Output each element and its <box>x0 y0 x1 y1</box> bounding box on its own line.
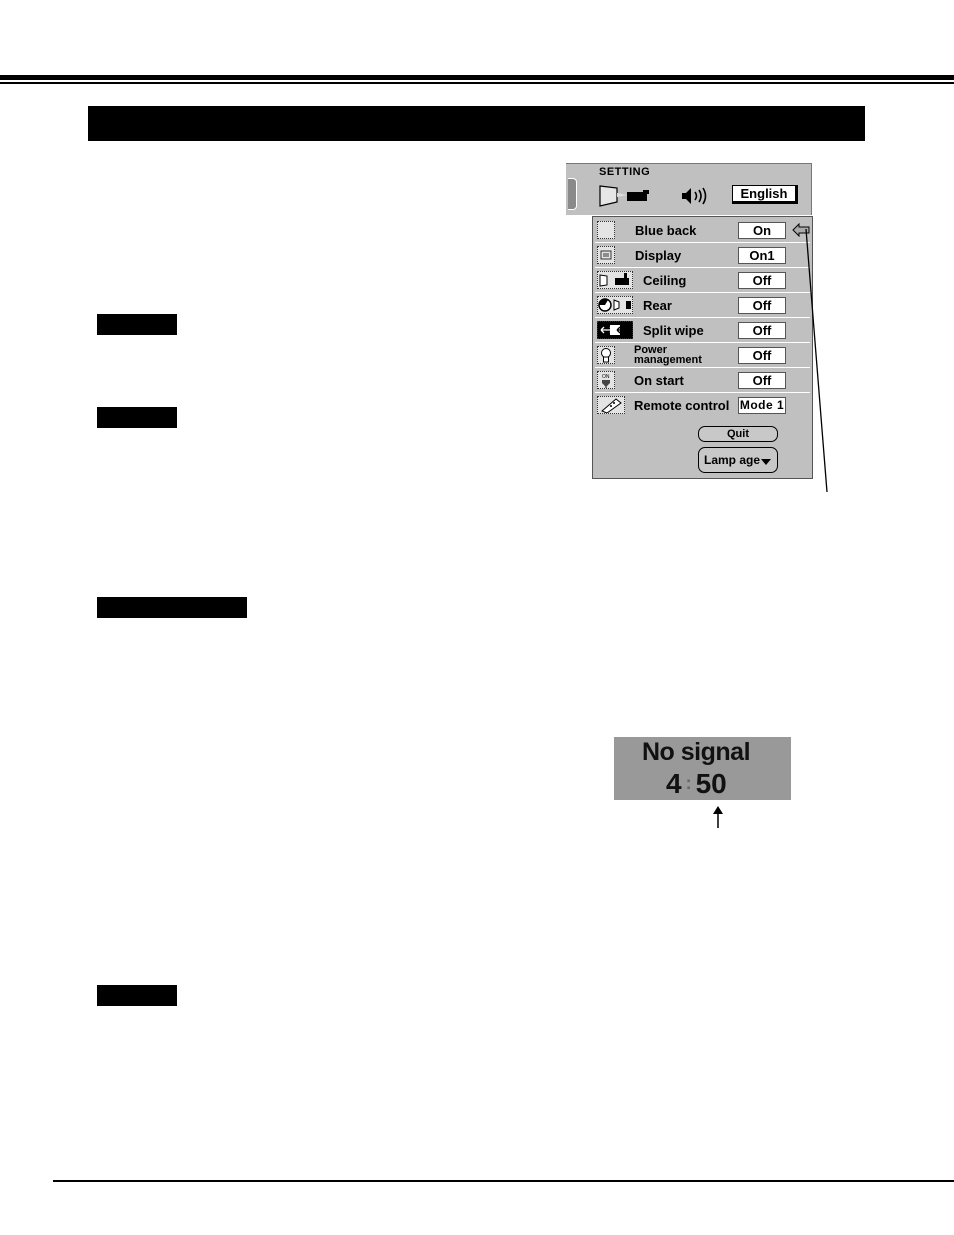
split-wipe-value[interactable]: Off <box>738 322 786 339</box>
countdown-seconds: 50 <box>695 768 727 799</box>
menu-item-label: Ceiling <box>643 273 687 288</box>
osd-menu-bar: SETTING English <box>566 163 812 215</box>
lightbulb-icon <box>597 346 615 364</box>
remote-control-value[interactable]: Mode 1 <box>738 397 786 414</box>
menu-item-label: Rear <box>643 298 672 313</box>
menu-item-label: On start <box>634 373 684 388</box>
section-label-3 <box>97 597 247 618</box>
menu-item-label: Power management <box>634 345 702 366</box>
lamp-age-button[interactable]: Lamp age <box>698 447 778 473</box>
display-value[interactable]: On1 <box>738 247 786 264</box>
rear-projection-icon <box>597 296 633 314</box>
blank-screen-icon <box>597 221 615 239</box>
menu-tab-handle[interactable] <box>568 178 577 210</box>
footer-rule <box>53 1180 954 1182</box>
section-title-bar <box>88 106 865 141</box>
menu-item-on-start[interactable]: ON On start Off <box>595 369 810 393</box>
pointer-arrow-icon <box>792 223 810 237</box>
no-signal-display: No signal 4:50 <box>614 737 791 800</box>
header-rule-thin <box>0 82 954 84</box>
menu-item-label: Remote control <box>634 398 730 413</box>
menu-item-blue-back[interactable]: Blue back On <box>595 219 810 243</box>
ceiling-value[interactable]: Off <box>738 272 786 289</box>
power-plug-icon: ON <box>597 371 615 389</box>
power-management-value[interactable]: Off <box>738 347 786 364</box>
menu-title: SETTING <box>599 166 651 178</box>
menu-item-ceiling[interactable]: Ceiling Off <box>595 269 810 293</box>
display-icon <box>597 246 615 264</box>
countdown-separator: : <box>685 773 692 793</box>
section-label-4 <box>97 985 177 1006</box>
section-label-1 <box>97 314 177 335</box>
menu-item-rear[interactable]: Rear Off <box>595 294 810 318</box>
speaker-icon[interactable] <box>680 186 710 206</box>
on-start-value[interactable]: Off <box>738 372 786 389</box>
ceiling-projector-icon <box>597 271 633 289</box>
no-signal-message: No signal <box>642 738 751 766</box>
label-line-2: management <box>634 354 702 366</box>
menu-item-label: Display <box>635 248 682 263</box>
menu-item-label: Blue back <box>635 223 697 238</box>
menu-item-label: Split wipe <box>643 323 704 338</box>
section-label-2 <box>97 407 177 428</box>
countdown-timer: 4:50 <box>666 768 727 800</box>
lamp-age-label: Lamp age <box>704 453 761 467</box>
split-wipe-icon <box>597 321 633 339</box>
screen-projector-icon[interactable] <box>599 185 657 207</box>
remote-control-icon <box>597 396 625 414</box>
language-button[interactable]: English <box>732 185 798 204</box>
countdown-minutes: 4 <box>666 768 682 799</box>
menu-item-display[interactable]: Display On1 <box>595 244 810 268</box>
rear-value[interactable]: Off <box>738 297 786 314</box>
header-rule-thick <box>0 75 954 80</box>
svg-text:ON: ON <box>602 374 610 380</box>
menu-item-power-management[interactable]: Power management Off <box>595 344 810 368</box>
setting-menu-panel: Blue back On Display On1 Ceiling Off Rea… <box>592 216 813 479</box>
quit-button[interactable]: Quit <box>698 426 778 442</box>
up-arrow-icon <box>713 806 723 828</box>
dropdown-arrow-icon <box>761 459 771 465</box>
menu-item-remote-control[interactable]: Remote control Mode 1 <box>595 394 810 418</box>
menu-item-split-wipe[interactable]: Split wipe Off <box>595 319 810 343</box>
blue-back-value[interactable]: On <box>738 222 786 239</box>
